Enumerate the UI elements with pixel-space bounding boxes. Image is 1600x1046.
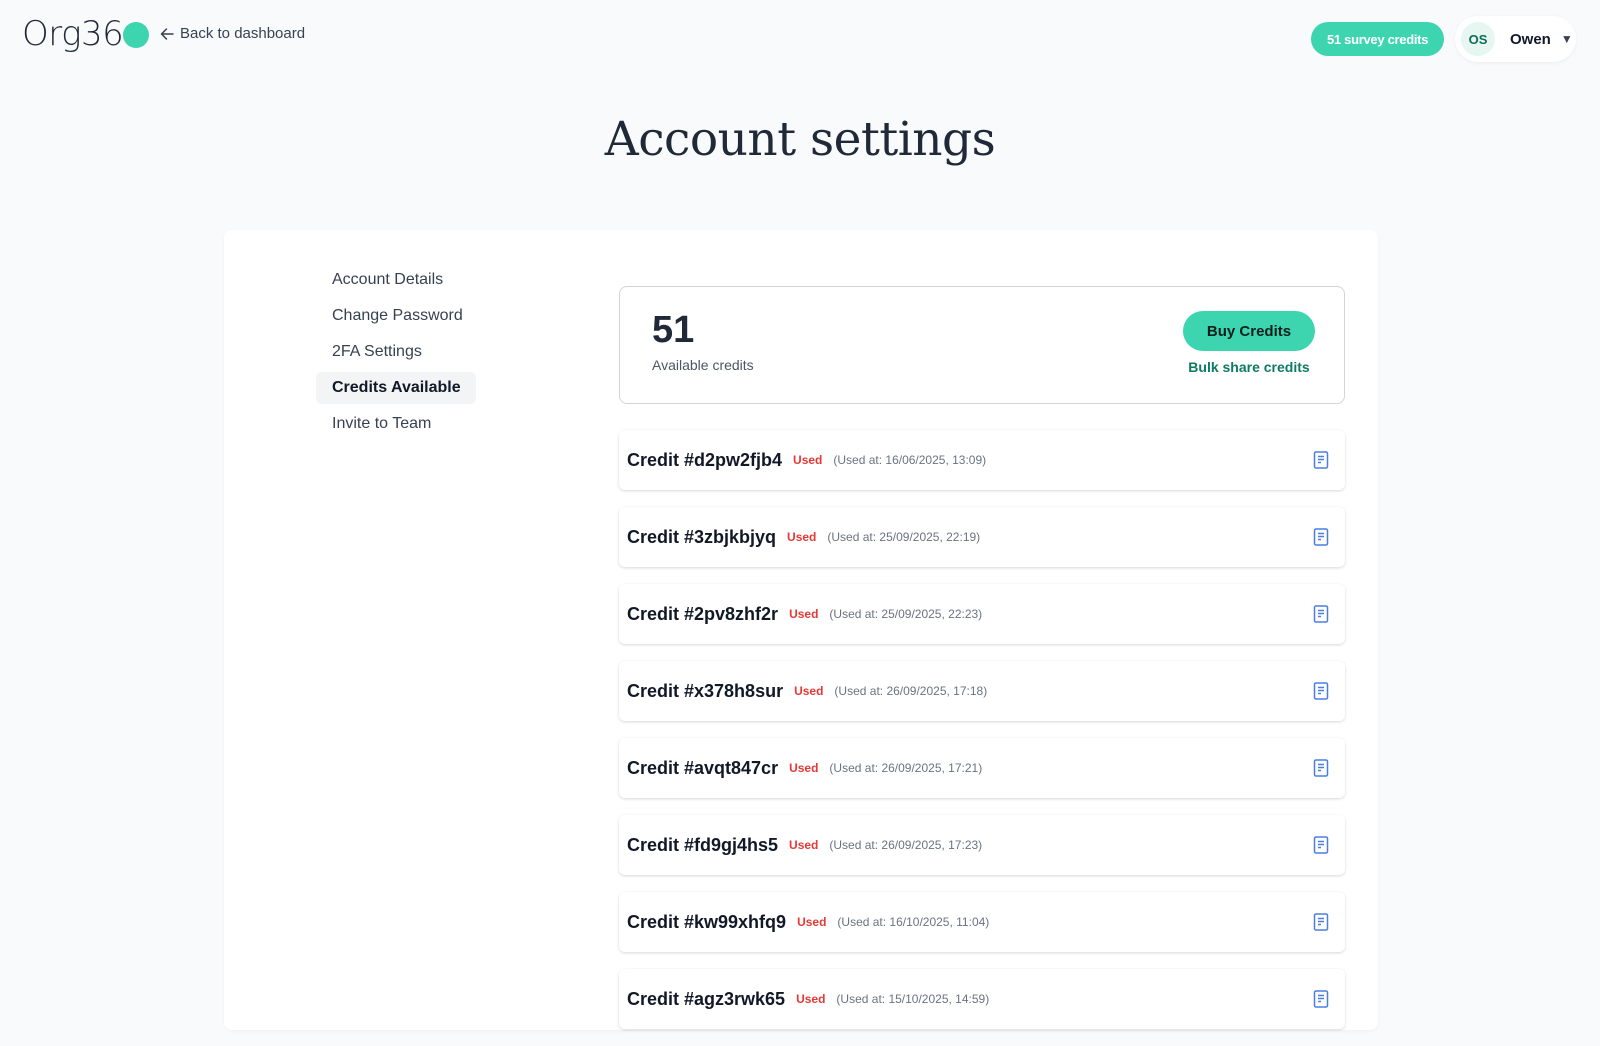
page-title: Account settings [604, 112, 996, 167]
logo[interactable]: Org36 [22, 14, 150, 54]
credit-row: Credit #fd9gj4hs5 Used (Used at: 26/09/2… [619, 815, 1345, 875]
back-link-label: Back to dashboard [180, 25, 306, 42]
user-menu[interactable]: OS Owen ▼ [1455, 16, 1576, 62]
logo-text: Org36 [22, 14, 124, 54]
user-name: Owen [1510, 30, 1551, 48]
credit-status-badge: Used [789, 761, 819, 775]
credit-used-at: (Used at: 25/09/2025, 22:19) [827, 530, 981, 544]
top-bar: Org36 Back to dashboard 51 survey credit… [0, 0, 1600, 80]
credit-row: Credit #x378h8sur Used (Used at: 26/09/2… [619, 661, 1345, 721]
credit-id: Credit #x378h8sur [627, 680, 784, 701]
credit-status-badge: Used [787, 530, 817, 544]
credit-status-badge: Used [797, 915, 827, 929]
credit-row: Credit #3zbjkbjyq Used (Used at: 25/09/2… [619, 507, 1345, 567]
available-credits-label: Available credits [652, 357, 754, 373]
credit-row: Credit #kw99xhfq9 Used (Used at: 16/10/2… [619, 892, 1345, 952]
document-icon[interactable] [1313, 528, 1329, 546]
nav-item-account-details[interactable]: Account Details [316, 264, 476, 296]
buy-credits-button[interactable]: Buy Credits [1183, 311, 1315, 351]
logo-dot [123, 22, 150, 48]
arrow-left-icon [160, 27, 174, 40]
credit-id: Credit #kw99xhfq9 [627, 911, 787, 932]
credit-row: Credit #d2pw2fjb4 Used (Used at: 16/06/2… [619, 430, 1345, 490]
back-to-dashboard-link[interactable]: Back to dashboard [160, 25, 305, 42]
document-icon[interactable] [1313, 913, 1329, 931]
credit-id: Credit #agz3rwk65 [627, 988, 786, 1009]
available-credits-count: 51 [652, 309, 695, 351]
document-icon[interactable] [1313, 605, 1329, 623]
document-icon[interactable] [1313, 836, 1329, 854]
caret-down-icon: ▼ [1560, 32, 1573, 46]
credit-status-badge: Used [789, 838, 819, 852]
credit-id: Credit #avqt847cr [627, 757, 779, 778]
credit-row: Credit #agz3rwk65 Used (Used at: 15/10/2… [619, 969, 1345, 1029]
credit-id: Credit #d2pw2fjb4 [627, 449, 783, 470]
credit-list: Credit #d2pw2fjb4 Used (Used at: 16/06/2… [619, 430, 1345, 1046]
credit-used-at: (Used at: 16/06/2025, 13:09) [833, 453, 987, 467]
credit-id: Credit #3zbjkbjyq [627, 526, 777, 547]
credit-used-at: (Used at: 16/10/2025, 11:04) [837, 915, 990, 929]
credits-badge[interactable]: 51 survey credits [1311, 22, 1445, 56]
credits-summary: 51 Available credits Buy Credits Bulk sh… [619, 286, 1345, 404]
credit-id: Credit #fd9gj4hs5 [627, 834, 779, 855]
credit-row: Credit #avqt847cr Used (Used at: 26/09/2… [619, 738, 1345, 798]
credit-used-at: (Used at: 26/09/2025, 17:21) [829, 761, 983, 775]
credit-used-at: (Used at: 25/09/2025, 22:23) [829, 607, 983, 621]
credit-used-at: (Used at: 15/10/2025, 14:59) [836, 992, 990, 1006]
settings-card: Account Details Change Password 2FA Sett… [224, 230, 1378, 1030]
credit-row: Credit #2pv8zhf2r Used (Used at: 25/09/2… [619, 584, 1345, 644]
avatar: OS [1461, 22, 1495, 56]
settings-nav: Account Details Change Password 2FA Sett… [316, 264, 476, 444]
document-icon[interactable] [1313, 990, 1329, 1008]
bulk-share-credits-link[interactable]: Bulk share credits [1183, 359, 1315, 375]
document-icon[interactable] [1313, 759, 1329, 777]
credit-used-at: (Used at: 26/09/2025, 17:23) [829, 838, 983, 852]
nav-item-invite-to-team[interactable]: Invite to Team [316, 408, 476, 440]
nav-item-2fa-settings[interactable]: 2FA Settings [316, 336, 476, 368]
credit-status-badge: Used [793, 453, 823, 467]
nav-item-change-password[interactable]: Change Password [316, 300, 476, 332]
credit-status-badge: Used [794, 684, 824, 698]
document-icon[interactable] [1313, 682, 1329, 700]
credit-status-badge: Used [789, 607, 819, 621]
credit-used-at: (Used at: 26/09/2025, 17:18) [834, 684, 988, 698]
nav-item-credits-available[interactable]: Credits Available [316, 372, 476, 404]
credit-status-badge: Used [796, 992, 826, 1006]
document-icon[interactable] [1313, 451, 1329, 469]
credit-id: Credit #2pv8zhf2r [627, 603, 779, 624]
